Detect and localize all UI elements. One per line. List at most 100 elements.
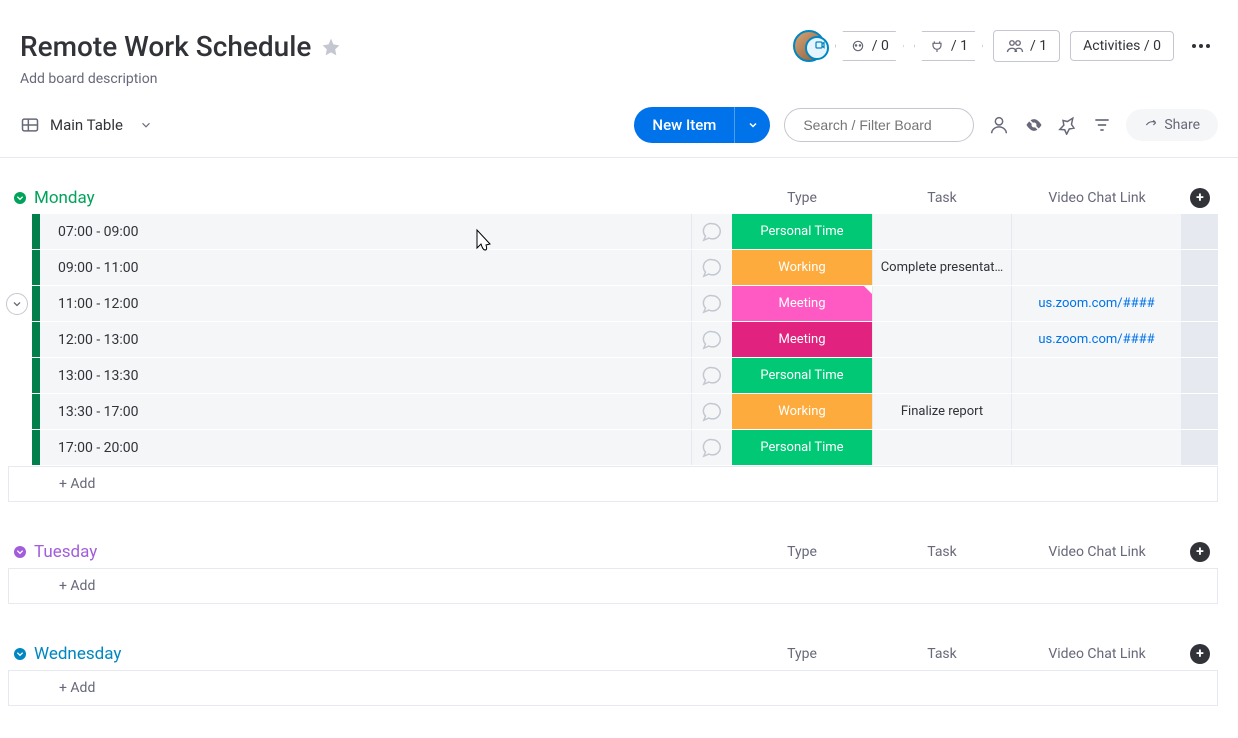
task-cell[interactable]: [872, 430, 1012, 465]
share-label: Share: [1164, 117, 1200, 133]
row-gutter: [8, 214, 32, 249]
chat-button[interactable]: [692, 394, 732, 429]
row-expand-handle[interactable]: [6, 293, 28, 315]
type-cell[interactable]: Working: [732, 250, 872, 285]
link-cell[interactable]: [1012, 358, 1182, 393]
share-button[interactable]: Share: [1126, 109, 1218, 141]
row-item-name[interactable]: 13:00 - 13:30: [40, 358, 692, 393]
table-row[interactable]: 09:00 - 11:00 Working Complete presentat…: [8, 250, 1218, 286]
task-cell[interactable]: Complete presentat…: [872, 250, 1012, 285]
chevron-down-icon: [747, 119, 759, 131]
link-cell[interactable]: [1012, 250, 1182, 285]
filter-icon[interactable]: [1092, 115, 1112, 135]
table-row[interactable]: 17:00 - 20:00 Personal Time: [8, 430, 1218, 466]
task-cell[interactable]: Finalize report: [872, 394, 1012, 429]
task-cell[interactable]: [872, 358, 1012, 393]
eye-off-icon[interactable]: [1024, 115, 1044, 135]
row-item-name[interactable]: 07:00 - 09:00: [40, 214, 692, 249]
add-row[interactable]: + Add: [8, 670, 1218, 706]
col-header-type[interactable]: Type: [732, 544, 872, 560]
table-row[interactable]: 12:00 - 13:00 Meeting us.zoom.com/####: [8, 322, 1218, 358]
link-cell[interactable]: [1012, 394, 1182, 429]
row-item-name[interactable]: 17:00 - 20:00: [40, 430, 692, 465]
task-cell[interactable]: [872, 286, 1012, 321]
more-menu-icon[interactable]: [1184, 44, 1218, 48]
members-badge[interactable]: / 1: [993, 30, 1060, 62]
board-title[interactable]: Remote Work Schedule: [20, 30, 311, 63]
col-header-link[interactable]: Video Chat Link: [1012, 190, 1182, 206]
col-header-task[interactable]: Task: [872, 646, 1012, 662]
activities-badge[interactable]: Activities / 0: [1070, 31, 1174, 61]
board-description[interactable]: Add board description: [20, 71, 341, 87]
automations-badge[interactable]: / 0: [835, 31, 904, 61]
col-header-task[interactable]: Task: [872, 544, 1012, 560]
chat-button[interactable]: [692, 430, 732, 465]
chat-bubble-icon: [700, 365, 724, 387]
chat-bubble-icon: [700, 437, 724, 459]
link-cell[interactable]: [1012, 430, 1182, 465]
plus-icon: +: [1190, 542, 1210, 562]
col-header-type[interactable]: Type: [732, 646, 872, 662]
row-item-name[interactable]: 09:00 - 11:00: [40, 250, 692, 285]
caret-down-icon: [12, 544, 28, 560]
person-icon[interactable]: [988, 114, 1010, 136]
search-input[interactable]: [784, 108, 974, 142]
group-wednesday: Wednesday Type Task Video Chat Link + + …: [8, 644, 1218, 706]
row-item-name[interactable]: 12:00 - 13:00: [40, 322, 692, 357]
new-item-label: New Item: [634, 116, 734, 134]
chevron-down-icon[interactable]: [139, 118, 153, 132]
integrations-badge[interactable]: / 1: [914, 31, 983, 61]
add-row[interactable]: + Add: [8, 568, 1218, 604]
members-count: / 1: [1030, 38, 1047, 54]
group-name[interactable]: Monday: [34, 188, 95, 208]
table-row[interactable]: 07:00 - 09:00 Personal Time: [8, 214, 1218, 250]
type-cell[interactable]: Working: [732, 394, 872, 429]
link-cell[interactable]: us.zoom.com/####: [1012, 322, 1182, 357]
row-color-bar: [32, 394, 40, 429]
add-column[interactable]: +: [1182, 542, 1218, 562]
add-column[interactable]: +: [1182, 188, 1218, 208]
star-icon[interactable]: [321, 37, 341, 57]
view-name[interactable]: Main Table: [50, 116, 123, 134]
col-header-link[interactable]: Video Chat Link: [1012, 544, 1182, 560]
col-header-task[interactable]: Task: [872, 190, 1012, 206]
group-name[interactable]: Tuesday: [34, 542, 97, 562]
pin-icon[interactable]: [1058, 115, 1078, 135]
type-cell[interactable]: Personal Time: [732, 430, 872, 465]
table-row[interactable]: 13:30 - 17:00 Working Finalize report: [8, 394, 1218, 430]
new-item-button[interactable]: New Item: [634, 107, 770, 143]
link-cell[interactable]: [1012, 214, 1182, 249]
toolbar-left: Main Table: [20, 115, 153, 135]
task-cell[interactable]: [872, 214, 1012, 249]
chat-button[interactable]: [692, 286, 732, 321]
chat-button[interactable]: [692, 322, 732, 357]
col-header-link[interactable]: Video Chat Link: [1012, 646, 1182, 662]
add-row[interactable]: + Add: [8, 466, 1218, 502]
col-header-type[interactable]: Type: [732, 190, 872, 206]
plus-icon: +: [1190, 644, 1210, 664]
table-row[interactable]: 11:00 - 12:00 Meeting us.zoom.com/####: [8, 286, 1218, 322]
type-cell[interactable]: Personal Time: [732, 358, 872, 393]
row-item-name[interactable]: 13:30 - 17:00: [40, 394, 692, 429]
type-cell[interactable]: Meeting: [732, 322, 872, 357]
type-cell[interactable]: Meeting: [732, 286, 872, 321]
add-column[interactable]: +: [1182, 644, 1218, 664]
table-row[interactable]: 13:00 - 13:30 Personal Time: [8, 358, 1218, 394]
collapse-button[interactable]: [8, 646, 32, 662]
type-cell[interactable]: Personal Time: [732, 214, 872, 249]
row-gutter: [8, 430, 32, 465]
link-cell[interactable]: us.zoom.com/####: [1012, 286, 1182, 321]
task-cell[interactable]: [872, 322, 1012, 357]
chat-bubble-icon: [700, 329, 724, 351]
row-item-name[interactable]: 11:00 - 12:00: [40, 286, 692, 321]
chat-button[interactable]: [692, 250, 732, 285]
group-name[interactable]: Wednesday: [34, 644, 121, 664]
row-end: [1182, 394, 1218, 429]
collapse-button[interactable]: [8, 544, 32, 560]
chat-button[interactable]: [692, 358, 732, 393]
new-item-dropdown[interactable]: [734, 107, 770, 143]
add-row-label: + Add: [41, 680, 95, 696]
avatar[interactable]: [793, 30, 825, 62]
chat-button[interactable]: [692, 214, 732, 249]
collapse-button[interactable]: [8, 190, 32, 206]
